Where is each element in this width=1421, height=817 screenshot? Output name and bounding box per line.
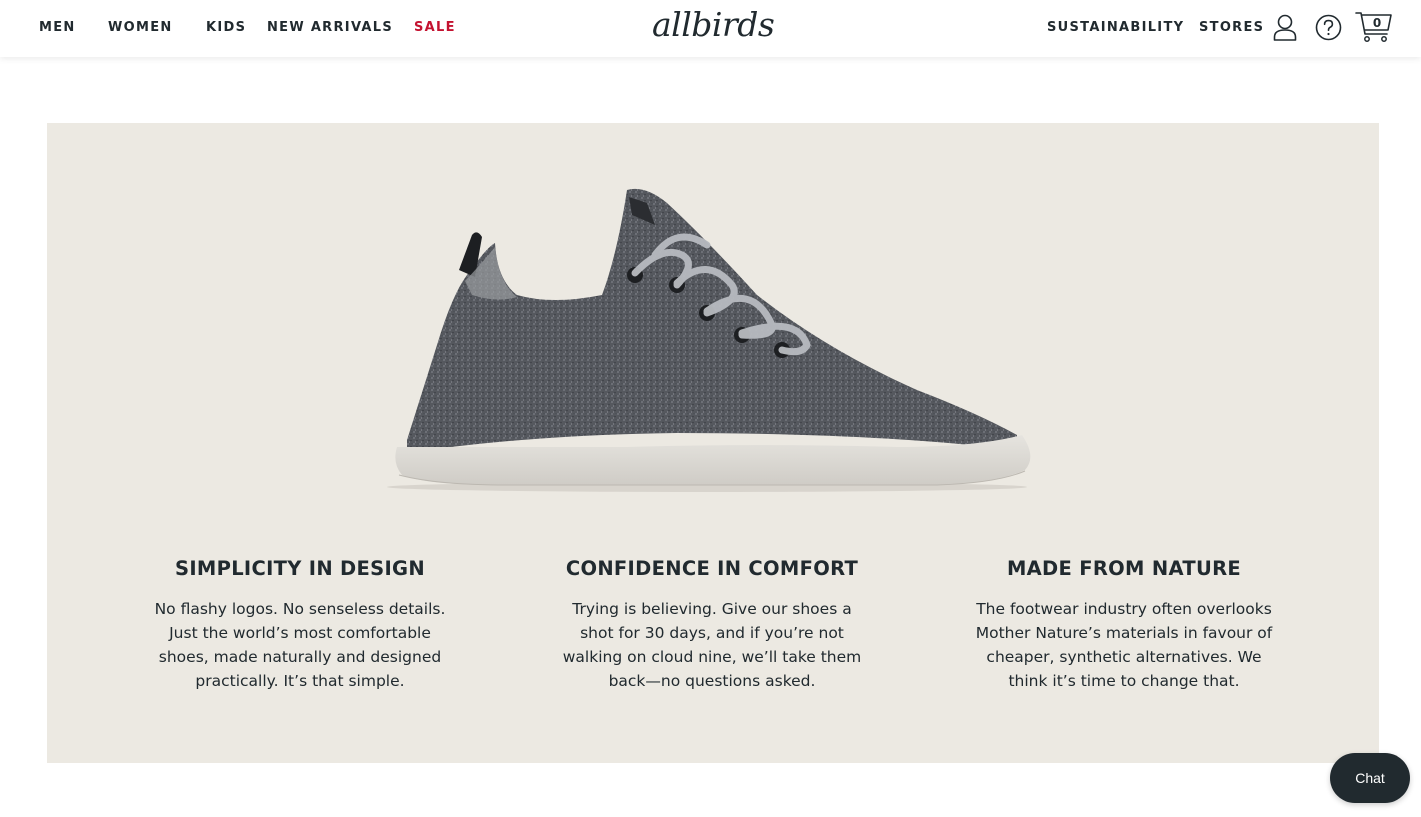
cart-icon[interactable] xyxy=(1355,9,1393,43)
site-header: MEN WOMEN KIDS NEW ARRIVALS SALE allbird… xyxy=(0,0,1421,57)
feature-title: CONFIDENCE IN COMFORT xyxy=(565,557,859,580)
feature-comfort: CONFIDENCE IN COMFORT Trying is believin… xyxy=(542,555,882,693)
feature-body: No flashy logos. No senseless details. J… xyxy=(154,600,446,690)
feature-simplicity: SIMPLICITY IN DESIGN No flashy logos. No… xyxy=(130,555,470,693)
nav-stores[interactable]: STORES xyxy=(1199,19,1264,36)
features-panel: SIMPLICITY IN DESIGN No flashy logos. No… xyxy=(47,123,1379,763)
nav-women[interactable]: WOMEN xyxy=(108,19,173,36)
chat-button[interactable]: Chat xyxy=(1330,753,1410,803)
logo-text: allbirds xyxy=(652,5,774,44)
account-icon[interactable] xyxy=(1273,14,1297,41)
feature-body: The footwear industry often overlooks Mo… xyxy=(975,600,1273,690)
allbirds-logo[interactable]: allbirds xyxy=(650,5,776,49)
feature-body: Trying is believing. Give our shoes a sh… xyxy=(562,600,862,690)
help-icon[interactable] xyxy=(1315,14,1342,41)
feature-title: SIMPLICITY IN DESIGN xyxy=(175,557,425,580)
nav-kids[interactable]: KIDS xyxy=(206,19,246,36)
nav-new-arrivals[interactable]: NEW ARRIVALS xyxy=(267,19,393,36)
nav-men[interactable]: MEN xyxy=(39,19,76,36)
feature-nature: MADE FROM NATURE The footwear industry o… xyxy=(954,555,1294,693)
nav-sustainability[interactable]: SUSTAINABILITY xyxy=(1047,19,1184,36)
feature-title: MADE FROM NATURE xyxy=(1006,557,1242,580)
nav-sale[interactable]: SALE xyxy=(414,19,456,36)
wool-runner-shoe-image xyxy=(387,188,1031,492)
